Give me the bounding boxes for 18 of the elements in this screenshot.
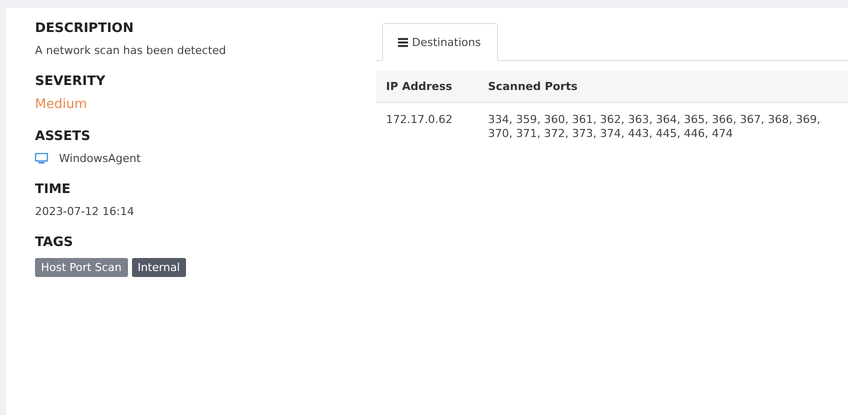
section-heading: DESCRIPTION (35, 21, 134, 36)
tag: Internal (132, 258, 186, 277)
monitor-icon (35, 153, 48, 164)
asset-name[interactable]: WindowsAgent (59, 152, 141, 165)
section-heading: TIME (35, 182, 71, 197)
section-heading: ASSETS (35, 129, 90, 144)
tag: Host Port Scan (35, 258, 128, 277)
list-icon (398, 38, 408, 46)
severity-value: Medium (35, 97, 87, 112)
section-heading: SEVERITY (35, 74, 106, 89)
column-header: IP Address (376, 71, 478, 102)
tab[interactable]: Destinations (382, 23, 498, 61)
section-value: A network scan has been detected (35, 44, 226, 57)
section-value: 2023-07-12 16:14 (35, 205, 134, 218)
table-cell: 172.17.0.62 (376, 102, 478, 141)
table-cell: 334, 359, 360, 361, 362, 363, 364, 365, 366, 367, 368, 369, 370, 371, 372, 373, 374, 443, 445, 446, 474 (478, 102, 848, 141)
section-heading: TAGS (35, 235, 73, 250)
column-header: Scanned Ports (478, 71, 848, 102)
